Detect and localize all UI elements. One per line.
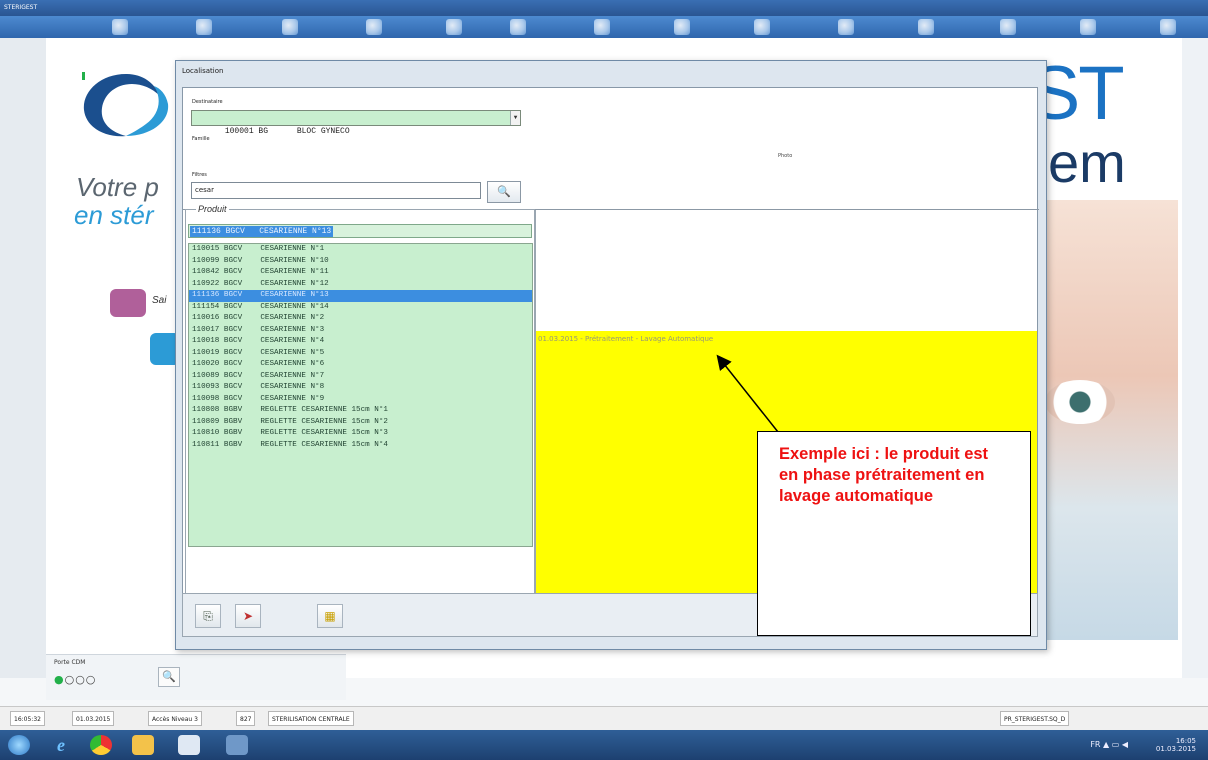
list-item[interactable]: 111154 BGCV CESARIENNE N°14 (189, 302, 532, 314)
toolbar-button-1[interactable] (112, 19, 128, 35)
app-toolbar (0, 16, 1208, 38)
start-icon[interactable] (8, 735, 30, 755)
list-item[interactable]: 110016 BGCV CESARIENNE N°2 (189, 313, 532, 325)
porte-cote-panel: Porte CDM ●○○○ 🔍 (46, 654, 346, 700)
print-button[interactable]: ⎘ (195, 604, 221, 628)
tray-clock[interactable]: 16:05 01.03.2015 (1156, 737, 1196, 753)
list-item[interactable]: 110842 BGCV CESARIENNE N°11 (189, 267, 532, 279)
list-item[interactable]: 110098 BGCV CESARIENNE N°9 (189, 394, 532, 406)
photo-area (535, 210, 1037, 331)
list-item[interactable]: 110808 BGBV REGLETTE CESARIENNE 15cm N°1 (189, 405, 532, 417)
status-code: 827 (236, 711, 256, 726)
selected-product-field[interactable]: 111136 BGCV CESARIENNE N°13 (188, 224, 532, 238)
list-item[interactable]: 110018 BGCV CESARIENNE N°4 (189, 336, 532, 348)
windows-taskbar: e FR ▲ ▭ ◀ 16:05 01.03.2015 (0, 730, 1208, 760)
chrome-icon[interactable] (90, 735, 112, 755)
exit-button[interactable]: ▦ (317, 604, 343, 628)
list-item[interactable]: 110093 BGCV CESARIENNE N°8 (189, 382, 532, 394)
clock-time: 16:05 (1175, 737, 1196, 745)
sterigest-logo (82, 72, 169, 137)
status-time: 16:05:32 (10, 711, 45, 726)
brand-subtitle: em (1048, 131, 1126, 194)
toolbar-button-7[interactable] (594, 19, 610, 35)
produit-group: Produit 111136 BGCV CESARIENNE N°13 1100… (185, 204, 535, 594)
list-item[interactable]: 110017 BGCV CESARIENNE N°3 (189, 325, 532, 337)
list-blank-area (188, 547, 533, 591)
tagline-line-1: Votre p (76, 172, 159, 202)
list-item[interactable]: 110015 BGCV CESARIENNE N°1 (189, 244, 532, 256)
app-title-bar: STERIGEST (0, 0, 1208, 16)
clock-date: 01.03.2015 (1155, 745, 1196, 753)
list-item[interactable]: 110019 BGCV CESARIENNE N°5 (189, 348, 532, 360)
toolbar-button-6[interactable] (510, 19, 526, 35)
saisie-label: Sai (152, 295, 167, 306)
toolbar-button-4[interactable] (366, 19, 382, 35)
toolbar-button-14[interactable] (1160, 19, 1176, 35)
dialog-title: Localisation (182, 67, 224, 75)
annotation-callout: Exemple ici : le produit est en phase pr… (757, 431, 1031, 636)
tray-icons[interactable]: FR ▲ ▭ ◀ (1090, 740, 1128, 749)
list-item[interactable]: 110099 BGCV CESARIENNE N°10 (189, 256, 532, 268)
chevron-down-icon[interactable]: ▼ (510, 111, 520, 125)
destinataire-label: Destinataire (192, 99, 223, 105)
action-button[interactable]: ➤ (235, 604, 261, 628)
app-title: STERIGEST (4, 4, 38, 11)
list-item[interactable]: 110089 BGCV CESARIENNE N°7 (189, 371, 532, 383)
left-strip (0, 38, 46, 678)
destinataire-select[interactable]: 100001 BG BLOC GYNECO ▼ (191, 110, 521, 136)
status-date: 01.03.2015 (72, 711, 115, 726)
eye-image (1045, 380, 1115, 424)
list-item[interactable]: 110811 BGBV REGLETTE CESARIENNE 15cm N°4 (189, 440, 532, 452)
toolbar-button-8[interactable] (674, 19, 690, 35)
search-button[interactable]: 🔍 (487, 181, 521, 203)
product-list[interactable]: 110015 BGCV CESARIENNE N°1 110099 BGCV CE… (188, 243, 533, 547)
status-bar: 16:05:32 01.03.2015 Accès Niveau 3 827 S… (0, 706, 1208, 730)
sterigest-task-icon[interactable] (226, 735, 248, 755)
selected-product-text: 111136 BGCV CESARIENNE N°13 (190, 226, 334, 237)
porte-cote-label: Porte CDM (54, 659, 86, 666)
photo-label: Photo (778, 153, 793, 159)
porte-search-button[interactable]: 🔍 (158, 667, 180, 687)
printer-icon: ⎘ (203, 609, 213, 623)
lang-indicator: FR (1090, 740, 1101, 749)
list-item[interactable]: 110922 BGCV CESARIENNE N°12 (189, 279, 532, 291)
saisie-button[interactable] (110, 289, 146, 317)
destinataire-value: 100001 BG BLOC GYNECO (224, 127, 350, 136)
list-item[interactable]: 110810 BGBV REGLETTE CESARIENNE 15cm N°3 (189, 428, 532, 440)
toolbar-button-11[interactable] (918, 19, 934, 35)
status-database: PR_STERIGEST.SQ_D (1000, 711, 1070, 726)
famille-label: Famille (192, 136, 210, 142)
status-access: Accès Niveau 3 (148, 711, 202, 726)
produit-group-title: Produit (196, 204, 229, 214)
status-text: 01.03.2015 - Prétraitement - Lavage Auto… (538, 335, 714, 343)
arrow-icon: ➤ (242, 609, 254, 623)
callout-text: Exemple ici : le produit est en phase pr… (779, 445, 989, 505)
list-item[interactable]: 111136 BGCV CESARIENNE N°13 (189, 290, 532, 302)
toolbar-button-3[interactable] (282, 19, 298, 35)
toolbar-button-9[interactable] (754, 19, 770, 35)
status-circles: ●○○○ (54, 673, 97, 686)
toolbar-button-10[interactable] (838, 19, 854, 35)
folder-icon[interactable] (132, 735, 154, 755)
exit-door-icon: ▦ (324, 609, 336, 623)
search-icon: 🔍 (497, 185, 511, 198)
status-service: STERILISATION CENTRALE (268, 711, 354, 726)
list-item[interactable]: 110809 BGBV REGLETTE CESARIENNE 15cm N°2 (189, 417, 532, 429)
vertical-scrollbar[interactable] (1182, 38, 1208, 678)
toolbar-button-5[interactable] (446, 19, 462, 35)
annotation-arrow (716, 354, 779, 433)
app-icon[interactable] (178, 735, 200, 755)
toolbar-button-12[interactable] (1000, 19, 1016, 35)
filter-input[interactable]: cesar (191, 182, 481, 199)
list-item[interactable]: 110020 BGCV CESARIENNE N°6 (189, 359, 532, 371)
toolbar-button-2[interactable] (196, 19, 212, 35)
internet-explorer-icon[interactable]: e (50, 735, 72, 755)
tagline-line-2: en stér (74, 200, 154, 230)
toolbar-button-13[interactable] (1080, 19, 1096, 35)
filtres-label: Filtres (192, 172, 207, 178)
